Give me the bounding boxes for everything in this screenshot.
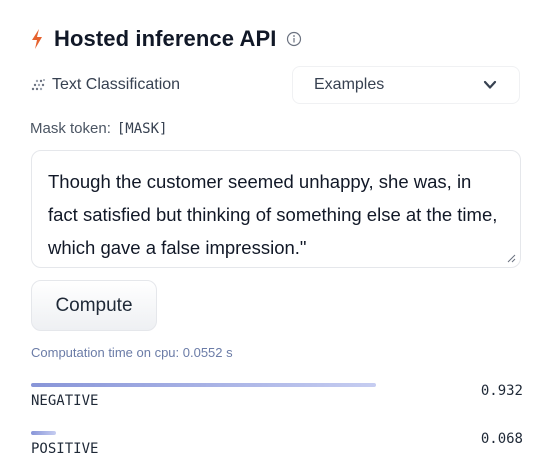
computation-time: Computation time on cpu: 0.0552 s — [31, 345, 233, 360]
inference-widget: Hosted inference API Text Classification — [0, 0, 558, 466]
examples-label: Examples — [314, 76, 385, 93]
result-row-positive: POSITIVE 0.068 — [31, 431, 523, 461]
result-score: 0.932 — [480, 383, 523, 399]
task-row: Text Classification Examples — [30, 66, 522, 106]
result-bar-track — [31, 383, 401, 387]
result-bar-track — [31, 431, 401, 435]
resize-handle-icon[interactable] — [506, 253, 516, 263]
mask-token-value: [MASK] — [116, 121, 168, 137]
mask-token-label: Mask token: — [30, 120, 111, 137]
compute-button-label: Compute — [55, 294, 133, 316]
examples-dropdown[interactable]: Examples — [292, 66, 520, 104]
result-row-negative: NEGATIVE 0.932 — [31, 383, 523, 413]
grid-dots-icon — [31, 79, 45, 91]
result-bar — [31, 383, 376, 387]
info-circle-icon[interactable] — [286, 31, 302, 47]
result-label: POSITIVE — [31, 441, 99, 457]
mask-token-row: Mask token: [MASK] — [30, 120, 167, 137]
chevron-down-icon — [483, 80, 497, 89]
bolt-icon — [32, 29, 42, 49]
compute-button[interactable]: Compute — [31, 280, 157, 331]
task-label: Text Classification — [30, 76, 180, 94]
task-label-text: Text Classification — [52, 76, 181, 93]
result-label: NEGATIVE — [31, 393, 99, 409]
result-score: 0.068 — [480, 431, 523, 447]
widget-header: Hosted inference API — [30, 24, 302, 54]
widget-title: Hosted inference API — [54, 26, 277, 51]
result-bar — [31, 431, 57, 435]
input-text: Though the customer seemed unhappy, she … — [48, 171, 498, 258]
input-textarea[interactable]: Though the customer seemed unhappy, she … — [31, 150, 521, 268]
